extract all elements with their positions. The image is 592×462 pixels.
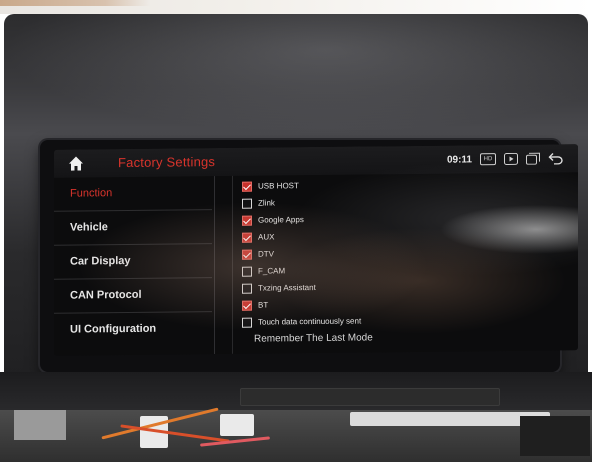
option-touch-data[interactable]: Touch data continuously sent — [242, 312, 562, 331]
option-aux[interactable]: AUX — [242, 227, 562, 246]
checkbox[interactable] — [242, 232, 252, 243]
option-label: Txzing Assistant — [258, 283, 316, 293]
dashboard-sheen — [4, 14, 588, 134]
option-usb-host[interactable]: USB HOST — [242, 176, 562, 195]
option-txzing-assistant[interactable]: Txzing Assistant — [242, 278, 562, 297]
option-zlink[interactable]: Zlink — [242, 193, 562, 212]
home-icon[interactable] — [68, 155, 84, 171]
option-label: DTV — [258, 249, 274, 259]
sidebar-item-ui-configuration[interactable]: UI Configuration — [54, 312, 212, 347]
back-arrow-icon[interactable] — [548, 152, 564, 165]
option-label: Touch data continuously sent — [258, 316, 362, 327]
metal-bracket — [14, 410, 66, 440]
checkbox[interactable] — [242, 300, 252, 311]
sidebar-item-label: Car Display — [70, 254, 131, 268]
title-bar: Factory Settings 09:11 HD — [54, 144, 578, 178]
option-label: Remember The Last Mode — [254, 332, 373, 345]
clock: 09:11 — [446, 153, 472, 166]
sidebar-divider — [214, 176, 215, 355]
connector-plug — [220, 414, 254, 436]
head-unit-screen: Factory Settings 09:11 HD Function Vehic… — [54, 144, 578, 356]
background-strip — [0, 0, 592, 14]
console-shadow — [520, 416, 590, 456]
vent-strip — [240, 388, 500, 406]
sidebar-item-function[interactable]: Function — [54, 176, 212, 212]
sidebar-item-vehicle[interactable]: Vehicle — [54, 210, 212, 246]
option-google-apps[interactable]: Google Apps — [242, 210, 562, 229]
option-label: AUX — [258, 232, 275, 242]
option-label: Google Apps — [258, 215, 304, 225]
checkbox[interactable] — [242, 317, 252, 328]
column-divider — [232, 175, 233, 354]
checkbox[interactable] — [242, 283, 252, 294]
option-dtv[interactable]: DTV — [242, 244, 562, 263]
option-label: Zlink — [258, 198, 275, 208]
media-icon[interactable] — [504, 152, 518, 166]
sidebar-item-label: UI Configuration — [70, 322, 157, 336]
checkbox[interactable] — [242, 266, 252, 277]
photo-scene: Factory Settings 09:11 HD Function Vehic… — [0, 0, 592, 462]
option-bt[interactable]: BT — [242, 295, 562, 314]
function-options-list: USB HOST Zlink Google Apps AUX DTV F_CAM — [242, 174, 572, 353]
page-title: Factory Settings — [118, 154, 216, 171]
checkbox[interactable] — [242, 181, 252, 192]
hd-icon: HD — [480, 153, 496, 166]
option-label: BT — [258, 300, 269, 310]
checkbox[interactable] — [242, 249, 252, 260]
window-icon[interactable] — [526, 152, 540, 165]
status-bar: 09:11 HD — [447, 150, 564, 167]
sidebar-item-label: Function — [70, 187, 113, 200]
option-label: F_CAM — [258, 266, 286, 276]
option-label: USB HOST — [258, 181, 299, 191]
sidebar-item-label: Vehicle — [70, 221, 108, 234]
checkbox[interactable] — [242, 198, 252, 209]
option-f-cam[interactable]: F_CAM — [242, 261, 562, 280]
checkbox[interactable] — [242, 215, 252, 226]
center-console — [0, 407, 592, 462]
option-remember-last-mode[interactable]: Remember The Last Mode — [238, 329, 558, 348]
red-wire — [120, 424, 230, 443]
sidebar-item-car-display[interactable]: Car Display — [54, 244, 212, 280]
sidebar-item-label: CAN Protocol — [70, 288, 142, 302]
sidebar-item-can-protocol[interactable]: CAN Protocol — [54, 278, 212, 314]
settings-sidebar: Function Vehicle Car Display CAN Protoco… — [54, 176, 214, 356]
